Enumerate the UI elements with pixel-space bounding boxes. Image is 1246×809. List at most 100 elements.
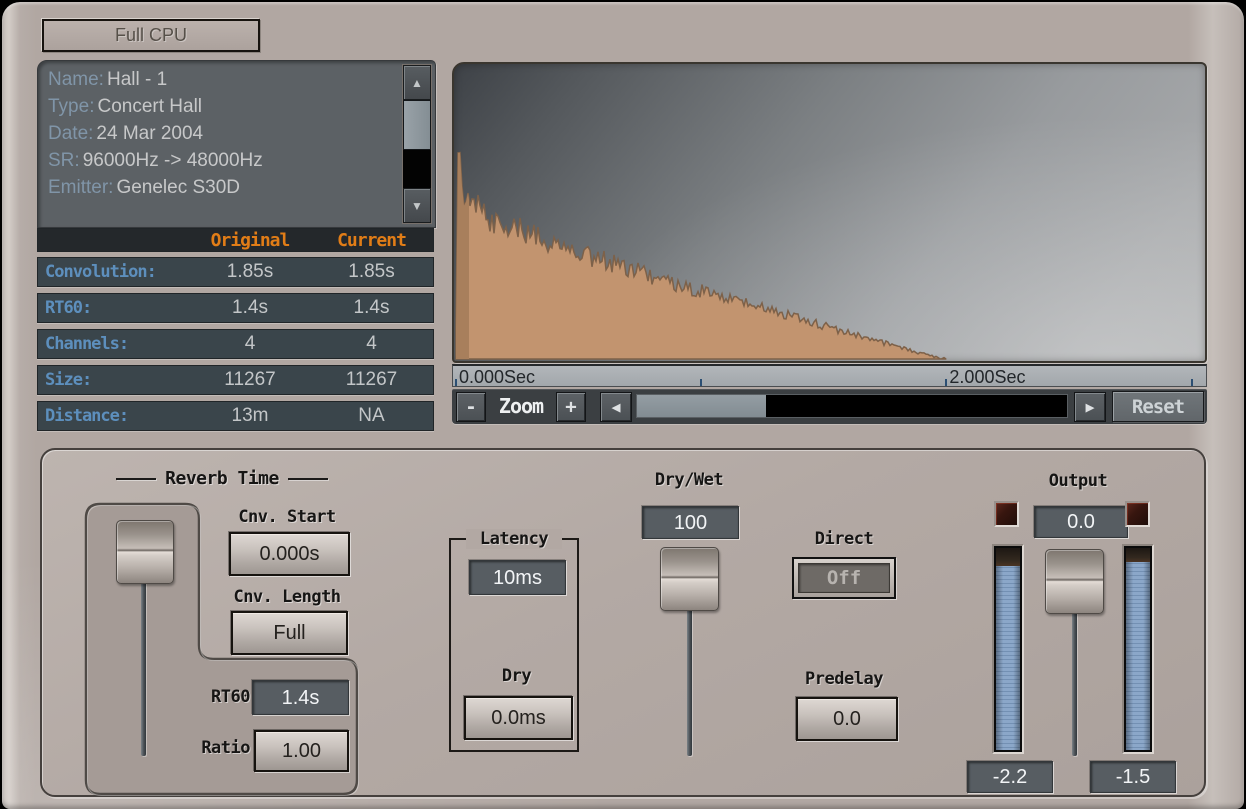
ruler-tick [455,379,457,386]
meter-headroom [1126,548,1150,562]
ruler-tick [1191,379,1193,386]
scroll-left-button[interactable]: ◀ [600,392,632,422]
dry-label: Dry [469,666,564,686]
plus-icon: + [565,398,576,417]
meter-headroom [996,548,1020,566]
dry-wet-slider-handle[interactable] [660,547,719,611]
ratio-value: 1.00 [282,741,321,761]
predelay-value-button[interactable]: 0.0 [796,697,898,741]
cnv-start-value-button[interactable]: 0.000s [229,532,350,576]
scrollbar-track[interactable] [403,150,431,188]
waveform-scroll-thumb[interactable] [637,395,766,417]
dry-wet-slider-track[interactable] [687,604,692,756]
table-row-size: Size: 11267 11267 [37,365,434,395]
meter-left-readout: -2.2 [967,761,1053,793]
heading-dash [288,478,328,480]
output-gain-display[interactable]: 0.0 [1034,506,1128,538]
latency-value: 10ms [493,568,542,588]
scroll-up-button[interactable]: ▲ [403,65,431,100]
ruler-tick [700,379,702,386]
info-value: Hall - 1 [107,69,167,91]
info-label: Date: [48,123,93,145]
info-line-name: Name: Hall - 1 [48,66,167,93]
info-line-type: Type: Concert Hall [48,93,202,120]
zoom-in-button[interactable]: + [556,392,586,422]
ratio-label: Ratio [170,738,250,758]
zoom-out-button[interactable]: - [456,392,486,422]
rt60-value-display[interactable]: 1.4s [252,680,349,715]
output-slider-track[interactable] [1072,610,1077,756]
dry-wet-value-display[interactable]: 100 [642,506,739,539]
waveform-scroll-track[interactable] [636,394,1068,418]
plugin-window: Full CPU Name: Hall - 1 Type: Concert Ha… [0,0,1246,809]
info-line-date: Date: 24 Mar 2004 [48,120,203,147]
ruler-tick [945,379,947,386]
meter-right-value: -1.5 [1116,767,1150,787]
column-current: Current [315,230,428,251]
table-row-distance: Distance: 13m NA [37,401,434,431]
ir-info-panel: Name: Hall - 1 Type: Concert Hall Date: … [37,60,436,228]
stats-header-row: Original Current [37,228,434,252]
info-line-samplerate: SR: 96000Hz -> 48000Hz [48,147,263,174]
direct-toggle-face: Off [798,563,890,593]
reset-label: Reset [1132,396,1184,418]
direct-toggle-button[interactable]: Off [792,557,896,599]
scroll-right-button[interactable]: ▶ [1074,392,1106,422]
controls-panel: Reverb Time Cnv. Start 0.000s Cnv. Lengt… [40,448,1206,797]
predelay-label: Predelay [794,669,894,689]
scroll-left-icon: ◀ [611,400,620,415]
table-row-rt60: RT60: 1.4s 1.4s [37,293,434,323]
reset-button[interactable]: Reset [1112,391,1204,422]
output-meter-left [992,544,1024,754]
scrollbar-thumb[interactable] [403,100,431,150]
cnv-length-value-button[interactable]: Full [231,611,348,655]
dry-wet-label: Dry/Wet [599,470,779,490]
cnv-length-label: Cnv. Length [202,587,372,607]
info-label: Name: [48,69,104,91]
info-scrollbar[interactable]: ▲ ▼ [402,64,432,224]
ruler-label: 0.000Sec [459,367,535,388]
heading-dash [116,478,156,480]
impulse-response-display[interactable] [452,62,1207,363]
output-label: Output [1028,471,1128,491]
cnv-start-label: Cnv. Start [207,507,367,527]
minus-icon: - [465,398,476,417]
output-gain-value: 0.0 [1067,512,1095,532]
predelay-value: 0.0 [833,709,861,729]
meter-bar [996,548,1020,750]
latency-title: Latency [466,529,562,549]
meter-left-value: -2.2 [993,767,1027,787]
waveform-svg [454,66,1205,361]
rt60-value: 1.4s [282,688,320,708]
dry-value-button[interactable]: 0.0ms [464,696,573,740]
latency-value-display[interactable]: 10ms [469,560,566,595]
reverb-time-heading: Reverb Time [110,468,334,489]
info-value: 24 Mar 2004 [96,123,203,145]
cnv-length-value: Full [273,623,305,643]
cnv-start-value: 0.000s [259,544,319,564]
zoom-scroll-bar: - Zoom + ◀ ▶ Reset [452,389,1207,424]
clip-led-left[interactable] [994,501,1019,527]
scroll-right-icon: ▶ [1085,400,1094,415]
table-row-channels: Channels: 4 4 [37,329,434,359]
full-cpu-button[interactable]: Full CPU [42,19,260,52]
scroll-down-icon: ▼ [411,200,423,212]
output-slider-handle[interactable] [1045,549,1104,614]
meter-bar [1126,548,1150,750]
direct-value: Off [827,567,861,589]
direct-label: Direct [794,529,894,549]
rt60-label: RT60 [170,687,250,707]
reverb-time-slider-handle[interactable] [116,520,174,584]
time-ruler[interactable]: 0.000Sec 2.000Sec [452,364,1207,387]
scroll-down-button[interactable]: ▼ [403,188,431,223]
reverb-time-slider-track[interactable] [141,564,146,756]
dry-value: 0.0ms [491,708,545,728]
column-original: Original [185,230,315,251]
info-label: Emitter: [48,177,113,199]
ir-stats-table: Original Current Convolution: 1.85s 1.85… [37,228,434,437]
table-row-convolution: Convolution: 1.85s 1.85s [37,257,434,287]
ratio-value-button[interactable]: 1.00 [254,730,349,772]
ruler-label: 2.000Sec [949,367,1025,388]
scroll-up-icon: ▲ [411,77,423,89]
clip-led-right[interactable] [1125,501,1150,527]
